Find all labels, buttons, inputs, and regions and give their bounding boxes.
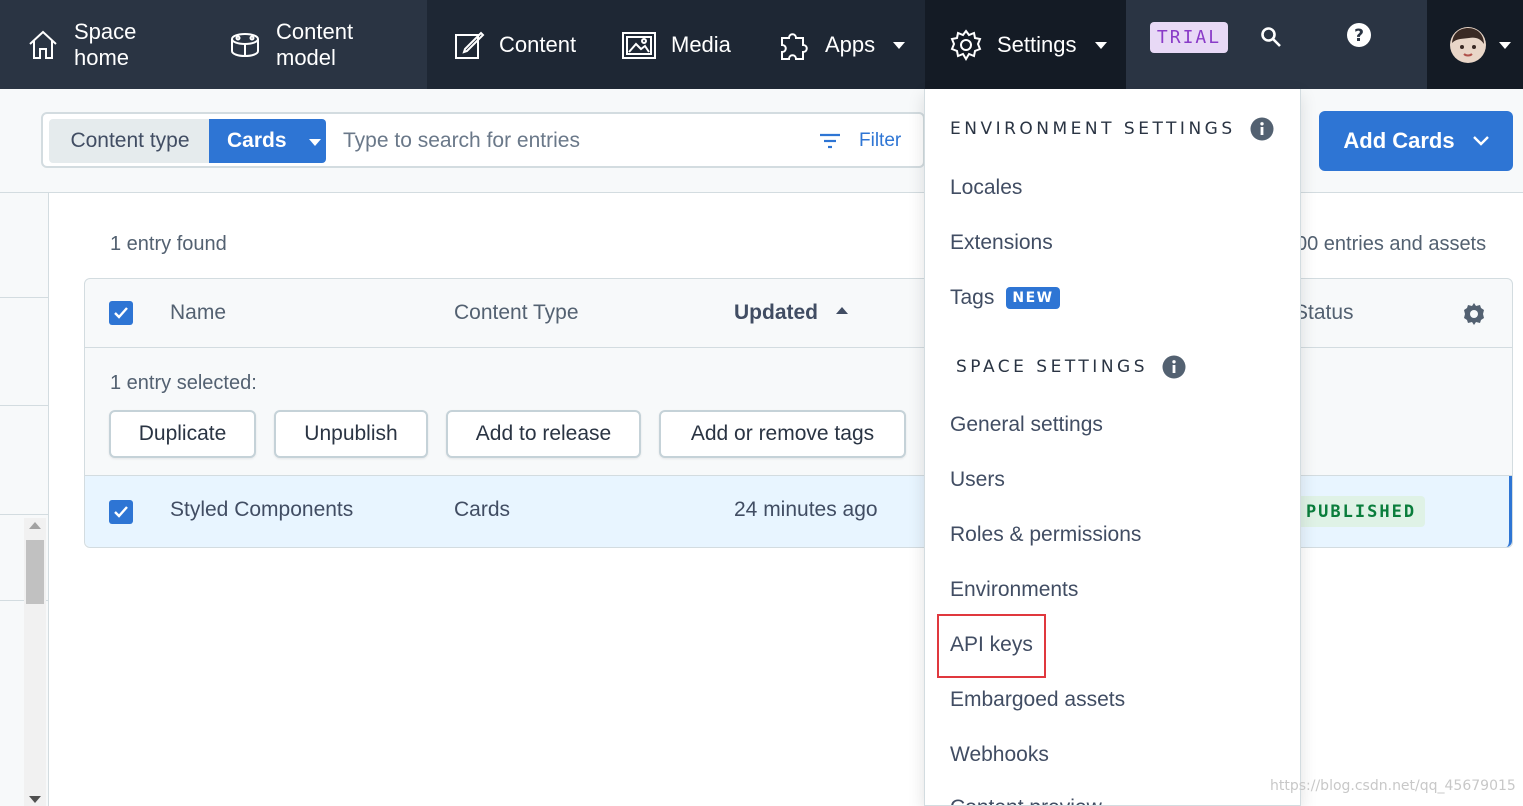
scroll-thumb[interactable]: [26, 540, 44, 604]
add-or-remove-tags-button[interactable]: Add or remove tags: [659, 410, 906, 458]
check-icon: [114, 307, 128, 319]
nav-media[interactable]: Media: [598, 0, 758, 89]
nav-space-home[interactable]: Space home: [26, 0, 136, 89]
nav-media-label: Media: [671, 31, 731, 57]
entry-search-bar: Content type Cards Filter: [41, 112, 925, 168]
info-icon[interactable]: [1250, 117, 1274, 141]
menu-item-roles-permissions[interactable]: Roles & permissions: [950, 523, 1141, 547]
add-entry-button-label: Add Cards: [1343, 128, 1455, 153]
environment-settings-heading-label: ENVIRONMENT SETTINGS: [950, 119, 1236, 139]
column-header-status[interactable]: Status: [1294, 301, 1354, 325]
menu-item-extensions[interactable]: Extensions: [950, 231, 1053, 255]
chevron-down-icon: [1499, 42, 1511, 49]
menu-item-webhooks[interactable]: Webhooks: [950, 743, 1049, 767]
filter-icon: [819, 132, 841, 150]
add-entry-button[interactable]: Add Cards: [1319, 111, 1513, 171]
column-header-name[interactable]: Name: [170, 301, 226, 325]
watermark-text: https://blog.csdn.net/qq_45679015: [1270, 778, 1516, 794]
menu-item-locales[interactable]: Locales: [950, 176, 1022, 200]
sidebar-divider: [0, 297, 49, 298]
nav-settings[interactable]: Settings: [925, 0, 1126, 89]
environment-settings-heading: ENVIRONMENT SETTINGS: [950, 117, 1274, 141]
account-menu[interactable]: [1427, 0, 1523, 89]
content-type-label: Content type: [49, 119, 211, 163]
nav-space-home-label: Space home: [74, 19, 136, 71]
avatar: [1449, 26, 1487, 64]
sort-ascending-icon: [836, 306, 848, 314]
menu-item-content-preview[interactable]: Content preview: [950, 796, 1102, 805]
gear-icon[interactable]: [1460, 300, 1488, 328]
search-input[interactable]: [343, 122, 803, 160]
info-icon[interactable]: [1162, 355, 1186, 379]
search-icon[interactable]: [1256, 22, 1286, 52]
filter-button[interactable]: Filter: [819, 122, 901, 160]
add-to-release-button[interactable]: Add to release: [446, 410, 641, 458]
image-icon: [621, 29, 657, 61]
selected-count-text: 1 entry selected:: [110, 372, 257, 394]
unpublish-button[interactable]: Unpublish: [274, 410, 428, 458]
help-icon[interactable]: ?: [1344, 20, 1374, 50]
row-checkbox[interactable]: [109, 500, 133, 524]
nav-content-model-label: Content model: [276, 19, 353, 71]
svg-text:?: ?: [1354, 26, 1364, 46]
chevron-down-icon: [893, 42, 906, 49]
settings-dropdown-menu: ENVIRONMENT SETTINGS Locales Extensions …: [924, 89, 1301, 806]
column-header-updated-label: Updated: [734, 301, 818, 324]
nav-apps[interactable]: Apps: [758, 0, 925, 89]
nav-content-model[interactable]: Content model: [228, 0, 353, 89]
nav-settings-label: Settings: [997, 31, 1077, 57]
home-icon: [26, 28, 60, 62]
top-navigation-bar: Space home Content model Content Media A…: [0, 0, 1523, 89]
menu-item-api-keys[interactable]: API keys: [950, 633, 1033, 657]
row-name[interactable]: Styled Components: [170, 498, 353, 522]
trial-badge[interactable]: TRIAL: [1150, 22, 1228, 53]
column-header-updated[interactable]: Updated: [734, 301, 848, 325]
nav-space-home-line2: home: [74, 44, 130, 70]
menu-item-tags[interactable]: Tags NEW: [950, 286, 1060, 310]
edit-icon: [453, 29, 485, 61]
row-updated: 24 minutes ago: [734, 498, 878, 521]
chevron-down-icon: [308, 138, 321, 146]
menu-item-general-settings[interactable]: General settings: [950, 413, 1103, 437]
menu-item-users[interactable]: Users: [950, 468, 1005, 492]
chevron-down-icon: [1094, 42, 1107, 49]
nav-content-model-line2: model: [276, 44, 336, 70]
sidebar-divider: [0, 514, 49, 515]
nav-content[interactable]: Content: [427, 0, 598, 89]
puzzle-icon: [777, 28, 811, 62]
content-type-select[interactable]: Cards: [209, 119, 326, 163]
scroll-down-arrow-icon[interactable]: [29, 796, 41, 803]
row-content-type: Cards: [454, 498, 511, 521]
content-type-select-value: Cards: [227, 129, 287, 152]
gear-icon: [949, 28, 983, 62]
sidebar-scrollbar[interactable]: [24, 518, 46, 806]
menu-item-tags-label: Tags: [950, 286, 995, 309]
entries-quota-text: 00 entries and assets: [1296, 233, 1487, 255]
menu-item-embargoed-assets[interactable]: Embargoed assets: [950, 688, 1125, 712]
status-badge: PUBLISHED: [1297, 496, 1425, 527]
nav-space-home-line1: Space: [74, 18, 137, 44]
space-settings-heading: SPACE SETTINGS: [956, 355, 1186, 379]
new-badge: NEW: [1006, 287, 1060, 309]
nav-content-model-line1: Content: [276, 18, 354, 44]
duplicate-button[interactable]: Duplicate: [109, 410, 256, 458]
scroll-up-arrow-icon[interactable]: [29, 522, 41, 529]
content-model-icon: [228, 28, 262, 62]
filter-label: Filter: [859, 130, 902, 151]
entries-found-count: 1 entry found: [110, 233, 227, 255]
select-all-checkbox[interactable]: [109, 301, 133, 325]
column-header-content-type[interactable]: Content Type: [454, 301, 579, 325]
sidebar-divider: [0, 405, 49, 406]
check-icon: [114, 506, 128, 518]
nav-content-label: Content: [499, 31, 577, 57]
nav-apps-label: Apps: [825, 31, 876, 57]
chevron-down-icon: [1472, 136, 1489, 146]
space-settings-heading-label: SPACE SETTINGS: [956, 357, 1148, 377]
menu-item-environments[interactable]: Environments: [950, 578, 1078, 602]
